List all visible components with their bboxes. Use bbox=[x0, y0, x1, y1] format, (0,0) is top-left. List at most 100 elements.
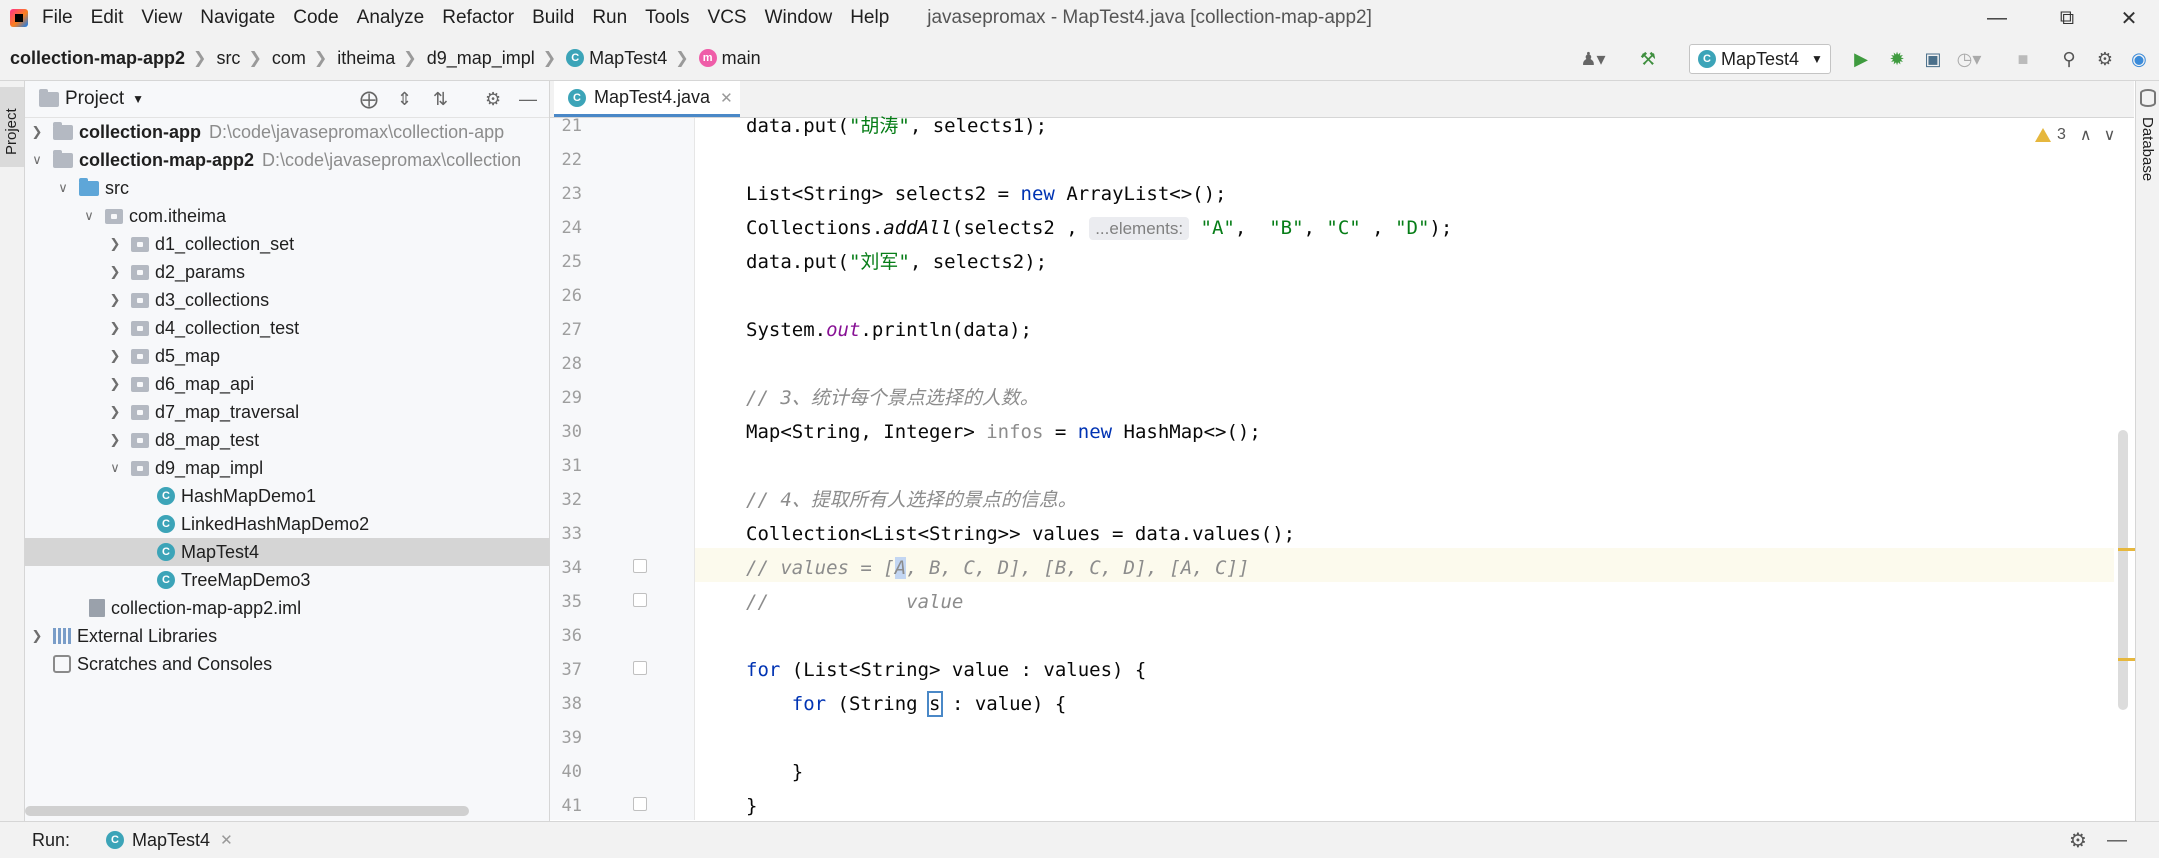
profile-icon[interactable]: ◷▾ bbox=[1957, 48, 1982, 70]
tree-item-external-libraries[interactable]: ❯ External Libraries bbox=[25, 622, 553, 650]
code-line-34: // values = [A, B, C, D], [B, C, D], [A,… bbox=[746, 557, 1250, 579]
breadcrumb-package[interactable]: d9_map_impl ❯ bbox=[427, 48, 556, 69]
close-tab-icon[interactable]: ✕ bbox=[220, 831, 233, 849]
warning-stripe-marker[interactable] bbox=[2118, 548, 2136, 551]
chevron-right-icon[interactable]: ❯ bbox=[107, 320, 123, 336]
debug-icon[interactable]: ✹ bbox=[1886, 48, 1908, 70]
breadcrumb-method[interactable]: m main bbox=[698, 48, 761, 69]
menu-vcs[interactable]: VCS bbox=[708, 7, 747, 29]
menu-code[interactable]: Code bbox=[293, 7, 338, 29]
tree-item-package[interactable]: ❯ d5_map bbox=[25, 342, 631, 370]
build-hammer-icon[interactable]: ⚒ bbox=[1637, 48, 1659, 70]
chevron-up-icon[interactable]: ∧ bbox=[2080, 125, 2092, 145]
chevron-right-icon[interactable]: ❯ bbox=[107, 376, 123, 392]
tree-item-src[interactable]: ∨ src bbox=[25, 174, 579, 202]
chevron-down-icon[interactable]: ∨ bbox=[29, 152, 45, 168]
tree-item-scratches[interactable]: Scratches and Consoles bbox=[25, 650, 569, 678]
tree-item-package[interactable]: ❯ d6_map_api bbox=[25, 370, 631, 398]
minimize-icon[interactable]: — bbox=[1967, 0, 2027, 36]
breadcrumb-com[interactable]: com ❯ bbox=[272, 48, 327, 69]
fold-marker-icon[interactable] bbox=[633, 797, 647, 811]
text-cursor-selection: A bbox=[894, 557, 907, 579]
chevron-right-icon[interactable]: ❯ bbox=[107, 404, 123, 420]
settings-gear-icon[interactable]: ⚙ bbox=[2094, 48, 2116, 70]
database-icon[interactable] bbox=[2140, 89, 2156, 107]
locate-icon[interactable]: ⨁ bbox=[360, 89, 378, 110]
warning-stripe-marker[interactable] bbox=[2118, 658, 2136, 661]
menu-help[interactable]: Help bbox=[850, 7, 889, 29]
chevron-right-icon[interactable]: ❯ bbox=[107, 432, 123, 448]
user-icon[interactable]: ♟▾ bbox=[1580, 48, 1605, 70]
tree-item-collection-app[interactable]: ❯ collection-app D:\code\javasepromax\col… bbox=[25, 118, 553, 146]
expand-all-icon[interactable]: ⇕ bbox=[397, 89, 412, 110]
project-horizontal-scrollbar[interactable] bbox=[25, 806, 469, 816]
run-configuration-select[interactable]: C MapTest4 ▼ bbox=[1689, 44, 1831, 74]
menu-refactor[interactable]: Refactor bbox=[442, 7, 514, 29]
chevron-down-icon[interactable]: ∨ bbox=[81, 208, 97, 224]
code-line-41: } bbox=[746, 795, 758, 817]
coverage-icon[interactable]: ▣ bbox=[1922, 48, 1944, 70]
class-icon: C bbox=[157, 543, 175, 561]
menu-file[interactable]: File bbox=[42, 7, 73, 29]
menu-run[interactable]: Run bbox=[592, 7, 627, 29]
restore-icon[interactable]: ⧉ bbox=[2037, 0, 2097, 36]
project-tool-tab[interactable]: Project bbox=[0, 87, 24, 167]
line-number: 41 bbox=[561, 796, 582, 816]
breadcrumb-src[interactable]: src ❯ bbox=[216, 48, 261, 69]
plugin-icon[interactable]: ◉ bbox=[2128, 48, 2150, 70]
tree-item-package[interactable]: ❯ d8_map_test bbox=[25, 426, 631, 454]
breadcrumb-class[interactable]: C MapTest4 ❯ bbox=[566, 48, 689, 69]
menu-analyze[interactable]: Analyze bbox=[357, 7, 425, 29]
tree-item-package[interactable]: ❯ d4_collection_test bbox=[25, 314, 631, 342]
tree-item-collection-map-app2[interactable]: ∨ collection-map-app2 D:\code\javaseproma… bbox=[25, 146, 553, 174]
tree-item-package[interactable]: ❯ d1_collection_set bbox=[25, 230, 631, 258]
tree-item-package-d9[interactable]: ∨ d9_map_impl bbox=[25, 454, 631, 482]
chevron-down-icon[interactable]: ▼ bbox=[132, 92, 144, 106]
stop-icon[interactable]: ■ bbox=[2012, 48, 2034, 70]
tree-item-class-selected[interactable]: C MapTest4 bbox=[25, 538, 549, 566]
inspection-widget[interactable]: 3 ∧ ∨ bbox=[2035, 125, 2115, 145]
tree-item-iml-file[interactable]: collection-map-app2.iml bbox=[25, 594, 605, 622]
tree-item-package[interactable]: ❯ d7_map_traversal bbox=[25, 398, 631, 426]
database-tool-tab[interactable]: Database bbox=[2139, 117, 2156, 181]
run-tab-maptest4[interactable]: MapTest4 bbox=[132, 830, 210, 851]
tree-item-package[interactable]: ❯ d2_params bbox=[25, 258, 631, 286]
menu-view[interactable]: View bbox=[141, 7, 182, 29]
hide-panel-icon[interactable]: — bbox=[2107, 829, 2127, 852]
chevron-down-icon[interactable]: ∨ bbox=[107, 460, 123, 476]
menu-edit[interactable]: Edit bbox=[91, 7, 124, 29]
class-icon: C bbox=[566, 49, 585, 67]
editor-vertical-scrollbar[interactable] bbox=[2118, 430, 2128, 710]
gear-icon[interactable]: ⚙ bbox=[2069, 828, 2087, 853]
menu-build[interactable]: Build bbox=[532, 7, 574, 29]
project-view-select[interactable]: Project bbox=[65, 88, 124, 110]
menu-tools[interactable]: Tools bbox=[645, 7, 689, 29]
tree-item-package[interactable]: ❯ d3_collections bbox=[25, 286, 631, 314]
line-number: 31 bbox=[561, 456, 582, 476]
chevron-right-icon[interactable]: ❯ bbox=[107, 292, 123, 308]
hide-panel-icon[interactable]: — bbox=[519, 89, 537, 110]
close-tab-icon[interactable]: ✕ bbox=[720, 89, 733, 107]
search-icon[interactable]: ⚲ bbox=[2058, 48, 2080, 70]
menu-bar: File Edit View Navigate Code Analyze Ref… bbox=[0, 0, 2159, 36]
run-icon[interactable]: ▶ bbox=[1850, 48, 1872, 70]
menu-window[interactable]: Window bbox=[765, 7, 833, 29]
fold-marker-icon[interactable] bbox=[633, 559, 647, 573]
breadcrumb-itheima[interactable]: itheima ❯ bbox=[337, 48, 416, 69]
tab-maptest4-java[interactable]: C MapTest4.java ✕ bbox=[554, 81, 740, 117]
chevron-right-icon[interactable]: ❯ bbox=[29, 124, 45, 140]
chevron-down-icon[interactable]: ∨ bbox=[2104, 125, 2116, 145]
chevron-right-icon[interactable]: ❯ bbox=[107, 348, 123, 364]
breadcrumb-project[interactable]: collection-map-app2 ❯ bbox=[10, 48, 206, 69]
chevron-right-icon[interactable]: ❯ bbox=[107, 264, 123, 280]
fold-marker-icon[interactable] bbox=[633, 593, 647, 607]
menu-navigate[interactable]: Navigate bbox=[200, 7, 275, 29]
chevron-right-icon[interactable]: ❯ bbox=[29, 628, 45, 644]
chevron-down-icon[interactable]: ∨ bbox=[55, 180, 71, 196]
fold-marker-icon[interactable] bbox=[633, 661, 647, 675]
collapse-all-icon[interactable]: ⇅ bbox=[433, 89, 448, 110]
chevron-right-icon[interactable]: ❯ bbox=[107, 236, 123, 252]
gear-icon[interactable]: ⚙ bbox=[485, 89, 501, 110]
close-window-icon[interactable]: ✕ bbox=[2099, 0, 2159, 36]
tree-item-com-itheima[interactable]: ∨ com.itheima bbox=[25, 202, 605, 230]
